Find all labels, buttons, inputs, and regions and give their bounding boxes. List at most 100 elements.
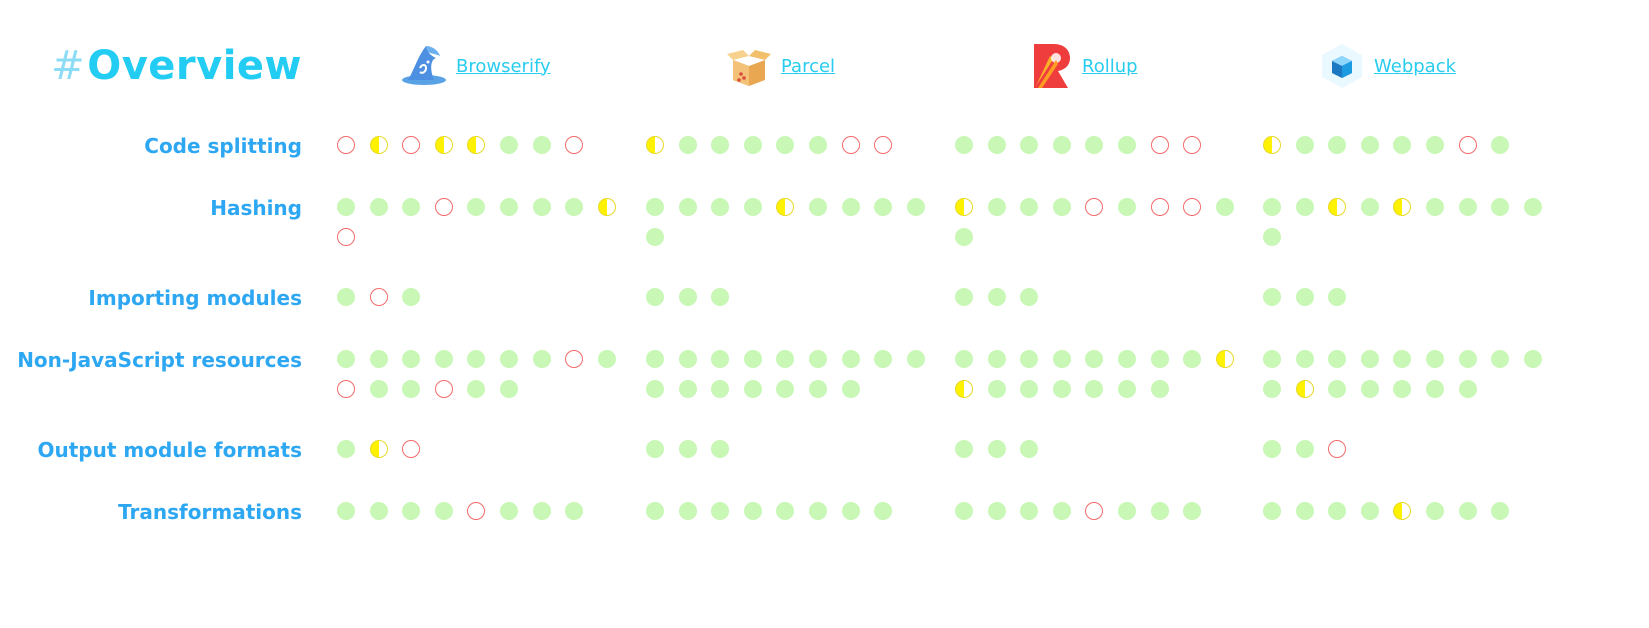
status-dot-yes[interactable]	[532, 136, 551, 154]
status-dot-yes[interactable]	[499, 136, 518, 154]
status-dot-yes[interactable]	[1117, 350, 1136, 368]
status-dot-yes[interactable]	[1052, 198, 1071, 216]
status-dot-partial[interactable]	[1263, 136, 1281, 154]
status-dot-yes[interactable]	[646, 502, 664, 520]
tool-link-browserify[interactable]: Browserify	[456, 56, 551, 77]
status-dot-yes[interactable]	[711, 380, 730, 398]
status-dot-yes[interactable]	[987, 288, 1006, 306]
status-dot-yes[interactable]	[1085, 380, 1104, 398]
status-dot-yes[interactable]	[1295, 136, 1314, 154]
status-dot-partial[interactable]	[955, 198, 973, 216]
status-dot-yes[interactable]	[955, 502, 973, 520]
status-dot-yes[interactable]	[1393, 350, 1412, 368]
status-dot-yes[interactable]	[434, 350, 453, 368]
status-dot-yes[interactable]	[532, 502, 551, 520]
status-dot-yes[interactable]	[987, 350, 1006, 368]
status-dot-yes[interactable]	[841, 502, 860, 520]
tool-link-webpack[interactable]: Webpack	[1374, 56, 1456, 77]
status-dot-yes[interactable]	[874, 198, 893, 216]
status-dot-yes[interactable]	[565, 502, 584, 520]
status-dot-yes[interactable]	[678, 350, 697, 368]
status-dot-yes[interactable]	[1085, 350, 1104, 368]
status-dot-partial[interactable]	[1295, 380, 1314, 398]
status-dot-yes[interactable]	[955, 136, 973, 154]
status-dot-yes[interactable]	[1150, 502, 1169, 520]
status-dot-yes[interactable]	[1458, 380, 1477, 398]
status-dot-yes[interactable]	[743, 350, 762, 368]
status-dot-yes[interactable]	[987, 136, 1006, 154]
status-dot-yes[interactable]	[337, 440, 355, 458]
status-dot-no[interactable]	[1085, 502, 1104, 520]
status-dot-yes[interactable]	[1360, 350, 1379, 368]
status-dot-yes[interactable]	[1295, 502, 1314, 520]
status-dot-yes[interactable]	[1150, 350, 1169, 368]
status-dot-yes[interactable]	[1052, 136, 1071, 154]
feature-label[interactable]: Hashing	[210, 192, 302, 224]
status-dot-yes[interactable]	[743, 502, 762, 520]
status-dot-yes[interactable]	[499, 198, 518, 216]
status-dot-no[interactable]	[467, 502, 486, 520]
status-dot-no[interactable]	[434, 380, 453, 398]
status-dot-yes[interactable]	[646, 440, 664, 458]
status-dot-partial[interactable]	[776, 198, 795, 216]
status-dot-partial[interactable]	[597, 198, 616, 216]
status-dot-yes[interactable]	[499, 502, 518, 520]
status-dot-yes[interactable]	[1263, 228, 1281, 246]
status-dot-no[interactable]	[337, 380, 355, 398]
title-hash[interactable]: #	[51, 43, 85, 89]
status-dot-yes[interactable]	[499, 350, 518, 368]
status-dot-yes[interactable]	[711, 350, 730, 368]
status-dot-yes[interactable]	[1295, 198, 1314, 216]
status-dot-partial[interactable]	[646, 136, 664, 154]
tool-link-parcel[interactable]: Parcel	[781, 56, 835, 77]
status-dot-yes[interactable]	[808, 350, 827, 368]
status-dot-yes[interactable]	[874, 502, 893, 520]
status-dot-yes[interactable]	[1263, 440, 1281, 458]
status-dot-yes[interactable]	[678, 440, 697, 458]
status-dot-yes[interactable]	[1020, 502, 1039, 520]
status-dot-yes[interactable]	[1183, 502, 1202, 520]
status-dot-yes[interactable]	[678, 380, 697, 398]
status-dot-partial[interactable]	[434, 136, 453, 154]
status-dot-yes[interactable]	[434, 502, 453, 520]
status-dot-no[interactable]	[1183, 198, 1202, 216]
status-dot-no[interactable]	[565, 350, 584, 368]
status-dot-yes[interactable]	[1117, 502, 1136, 520]
status-dot-yes[interactable]	[678, 502, 697, 520]
status-dot-yes[interactable]	[467, 350, 486, 368]
status-dot-yes[interactable]	[369, 380, 388, 398]
status-dot-yes[interactable]	[565, 198, 584, 216]
status-dot-yes[interactable]	[467, 380, 486, 398]
status-dot-yes[interactable]	[1020, 440, 1039, 458]
status-dot-yes[interactable]	[532, 350, 551, 368]
status-dot-yes[interactable]	[743, 198, 762, 216]
status-dot-yes[interactable]	[1425, 380, 1444, 398]
status-dot-yes[interactable]	[1295, 440, 1314, 458]
status-dot-yes[interactable]	[1085, 136, 1104, 154]
status-dot-yes[interactable]	[776, 350, 795, 368]
status-dot-yes[interactable]	[711, 198, 730, 216]
status-dot-yes[interactable]	[678, 288, 697, 306]
status-dot-yes[interactable]	[1295, 350, 1314, 368]
status-dot-yes[interactable]	[402, 350, 421, 368]
status-dot-no[interactable]	[337, 136, 355, 154]
status-dot-partial[interactable]	[369, 136, 388, 154]
status-dot-yes[interactable]	[1491, 136, 1510, 154]
status-dot-yes[interactable]	[337, 198, 355, 216]
status-dot-yes[interactable]	[1393, 136, 1412, 154]
status-dot-partial[interactable]	[369, 440, 388, 458]
status-dot-no[interactable]	[1183, 136, 1202, 154]
status-dot-yes[interactable]	[743, 380, 762, 398]
status-dot-yes[interactable]	[1263, 198, 1281, 216]
status-dot-no[interactable]	[402, 440, 421, 458]
status-dot-no[interactable]	[337, 228, 355, 246]
status-dot-yes[interactable]	[1360, 380, 1379, 398]
status-dot-yes[interactable]	[987, 440, 1006, 458]
status-dot-partial[interactable]	[1393, 502, 1412, 520]
status-dot-yes[interactable]	[711, 288, 730, 306]
status-dot-no[interactable]	[565, 136, 584, 154]
status-dot-yes[interactable]	[1360, 136, 1379, 154]
status-dot-yes[interactable]	[1263, 380, 1281, 398]
status-dot-yes[interactable]	[646, 350, 664, 368]
status-dot-no[interactable]	[434, 198, 453, 216]
